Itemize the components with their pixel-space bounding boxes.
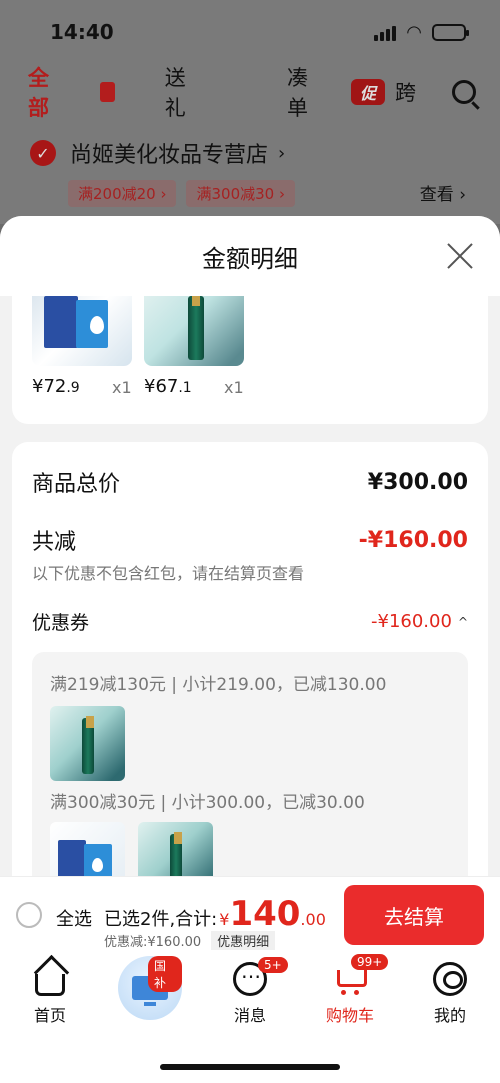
- status-time: 14:40: [50, 20, 114, 44]
- cart-icon: 99+: [333, 954, 389, 996]
- gift-icon: [100, 82, 115, 102]
- coupon-tag[interactable]: 满200减20 ›: [68, 180, 177, 207]
- status-bar: 14:40 ◠: [0, 0, 500, 64]
- coupon-value[interactable]: -¥160.00 ^: [371, 611, 468, 632]
- product-qty: x1: [224, 378, 244, 397]
- discount-info: 优惠减:¥160.00 优惠明细: [104, 931, 276, 950]
- status-icons: ◠: [374, 22, 469, 43]
- reduce-value: -¥160.00: [358, 527, 468, 553]
- check-icon[interactable]: ✓: [30, 140, 56, 166]
- reduce-note: 以下优惠不包含红包，请在结算页查看: [32, 564, 305, 583]
- total-amount: 140: [229, 894, 301, 934]
- reduce-row: 共减 -¥160.00: [32, 524, 468, 556]
- cart-badge: 99+: [351, 954, 389, 970]
- product-image[interactable]: [144, 296, 244, 366]
- total-row: 商品总价 ¥300.00: [32, 466, 468, 498]
- background-cart-page: 全部 送礼 凑单 促跨 ✓ 尚姬美化妆品专营店 › 满200减20 › 满300…: [0, 64, 500, 224]
- view-link[interactable]: 查看 ›: [420, 180, 466, 205]
- top-nav: 全部 送礼 凑单 促跨: [0, 64, 500, 120]
- shop-name: 尚姬美化妆品专营店: [70, 143, 269, 168]
- checkout-summary: 已选2件,合计: ¥ 140 .00: [104, 894, 326, 934]
- coupon-tag[interactable]: 满300减30 ›: [186, 180, 295, 207]
- coupon-line: 满300减30元 | 小计300.00，已减30.00: [50, 793, 365, 813]
- sheet-title: 金额明细: [202, 244, 298, 273]
- gov-subsidy-button[interactable]: 国补: [118, 956, 182, 1020]
- tab-messages[interactable]: 5+ 消息: [205, 957, 295, 1026]
- close-icon[interactable]: [446, 242, 474, 270]
- home-icon: [35, 974, 65, 996]
- messages-badge: 5+: [258, 957, 288, 973]
- checkout-bar: 全选 已选2件,合计: ¥ 140 .00 优惠减:¥160.00 优惠明细 去…: [0, 876, 500, 952]
- sheet-header: 金额明细: [0, 216, 500, 296]
- product-thumb[interactable]: [50, 706, 125, 781]
- reduce-label: 共减: [32, 530, 77, 555]
- battery-icon: [432, 24, 469, 41]
- product-image[interactable]: [32, 296, 132, 366]
- tab-cart[interactable]: 99+ 购物车: [305, 954, 395, 1026]
- nav-promo[interactable]: 促跨: [351, 77, 458, 107]
- nav-all[interactable]: 全部: [28, 62, 50, 122]
- wifi-icon: ◠: [406, 22, 422, 43]
- product-price: ¥67.1: [144, 376, 192, 397]
- promo-badge: 促: [351, 79, 385, 105]
- home-indicator: [160, 1064, 340, 1070]
- coupon-line: 满219减130元 | 小计219.00，已减130.00: [50, 675, 387, 695]
- chevron-up-icon[interactable]: ^: [458, 615, 468, 629]
- message-icon: 5+: [233, 957, 288, 996]
- product-qty: x1: [112, 378, 132, 397]
- select-all-label[interactable]: 全选: [56, 905, 92, 931]
- total-value: ¥300.00: [367, 469, 468, 495]
- chevron-right-icon: ›: [278, 142, 286, 164]
- search-icon[interactable]: [452, 80, 476, 104]
- amount-detail-sheet: 金额明细 ¥72.9 x1 ¥67.1 x1 商品总价 ¥300.00 共减 -…: [0, 216, 500, 951]
- gov-badge: 国补: [148, 956, 182, 992]
- discount-detail-button[interactable]: 优惠明细: [211, 931, 276, 950]
- price-detail-card: 商品总价 ¥300.00 共减 -¥160.00 以下优惠不包含红包，请在结算页…: [12, 442, 488, 951]
- tab-me[interactable]: 我的: [405, 962, 495, 1026]
- shop-row[interactable]: ✓ 尚姬美化妆品专营店 ›: [0, 130, 500, 176]
- total-label: 商品总价: [32, 472, 121, 497]
- product-price: ¥72.9: [32, 376, 80, 397]
- nav-gift[interactable]: 送礼: [100, 62, 235, 122]
- coupon-row[interactable]: 优惠券 -¥160.00 ^: [32, 608, 468, 635]
- coupon-label: 优惠券: [32, 612, 90, 634]
- nav-bundle[interactable]: 凑单: [287, 62, 309, 122]
- user-icon: [433, 962, 467, 996]
- tab-home[interactable]: 首页: [5, 962, 95, 1026]
- product-card: ¥72.9 x1 ¥67.1 x1: [12, 296, 488, 424]
- signal-icon: [374, 25, 397, 41]
- checkout-button[interactable]: 去结算: [344, 885, 484, 945]
- select-all-radio[interactable]: [16, 902, 42, 928]
